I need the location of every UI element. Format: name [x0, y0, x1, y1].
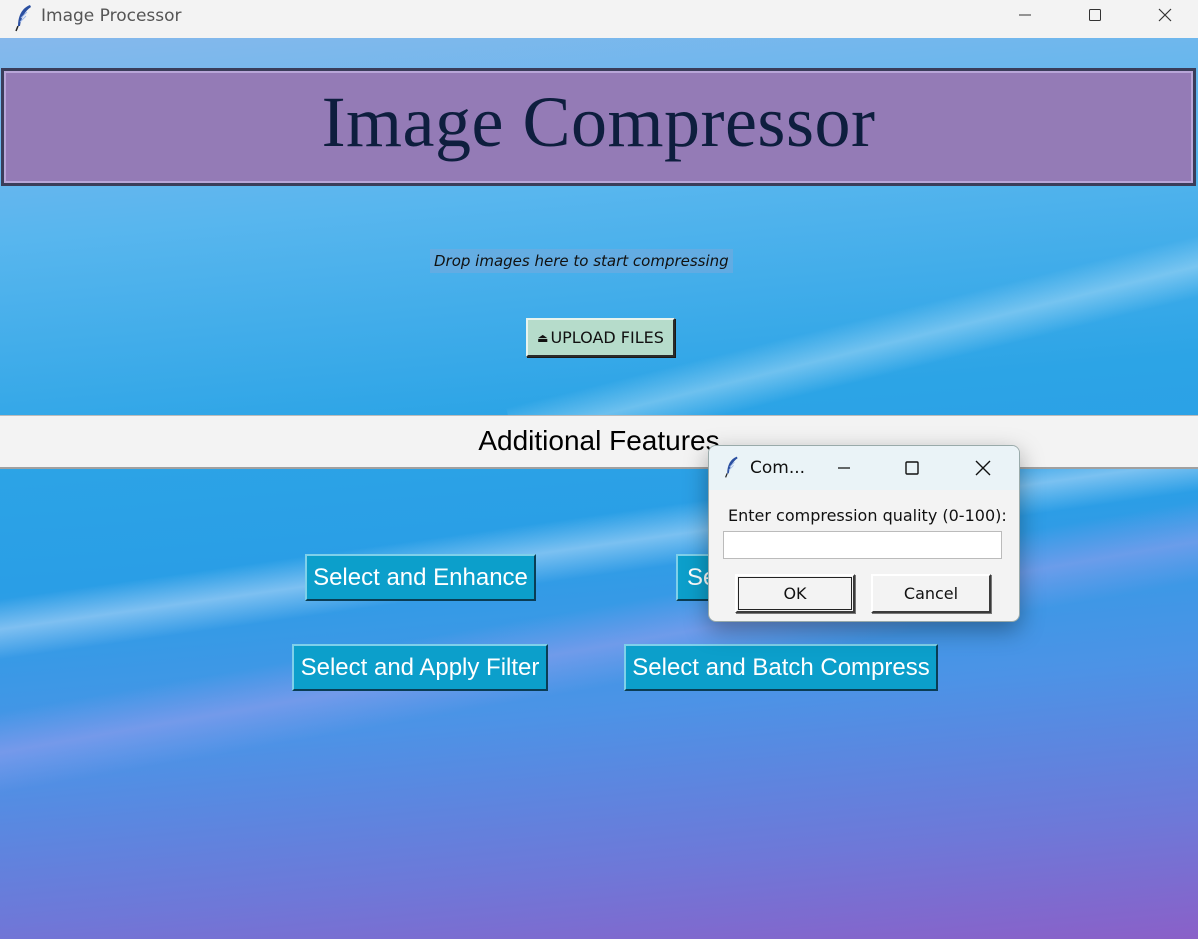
quality-input[interactable] — [723, 531, 1002, 559]
select-and-enhance-button[interactable]: Select and Enhance — [305, 554, 536, 601]
maximize-icon — [905, 461, 919, 475]
title-bar[interactable]: Image Processor — [0, 0, 1198, 38]
maximize-icon — [1089, 9, 1101, 21]
button-label: Select and Batch Compress — [632, 653, 930, 681]
ok-button[interactable]: OK — [735, 574, 855, 613]
close-button[interactable] — [1130, 0, 1198, 30]
dialog-minimize-button[interactable] — [824, 453, 864, 483]
close-icon — [1158, 8, 1172, 22]
header-banner: Image Compressor — [1, 68, 1196, 186]
dialog-maximize-button[interactable] — [892, 453, 932, 483]
upload-button-label: UPLOAD FILES — [550, 328, 664, 347]
select-and-batch-compress-button[interactable]: Select and Batch Compress — [624, 644, 938, 691]
quality-prompt-label: Enter compression quality (0-100): — [728, 506, 1007, 525]
dialog-title: Com... — [750, 458, 806, 478]
dialog-close-button[interactable] — [963, 453, 1003, 483]
minimize-icon — [1019, 14, 1031, 16]
minimize-icon — [838, 467, 850, 469]
feather-icon — [14, 4, 34, 32]
button-label: Select and Enhance — [313, 563, 528, 591]
page-title: Image Compressor — [321, 82, 876, 162]
cancel-button[interactable]: Cancel — [871, 574, 991, 613]
feather-icon — [724, 455, 740, 479]
compression-quality-dialog[interactable]: Com... Enter compression quality (0-100)… — [708, 445, 1020, 622]
window-title: Image Processor — [41, 6, 182, 26]
drop-zone-label[interactable]: Drop images here to start compressing — [430, 249, 733, 273]
close-icon — [975, 460, 991, 476]
minimize-button[interactable] — [990, 0, 1060, 30]
dialog-title-bar[interactable]: Com... — [709, 446, 1019, 490]
maximize-button[interactable] — [1060, 0, 1130, 30]
button-label: Select and Apply Filter — [300, 653, 540, 681]
eject-icon: ⏏ — [537, 330, 549, 345]
upload-files-button[interactable]: ⏏ UPLOAD FILES — [526, 318, 675, 357]
select-and-apply-filter-button[interactable]: Select and Apply Filter — [292, 644, 548, 691]
